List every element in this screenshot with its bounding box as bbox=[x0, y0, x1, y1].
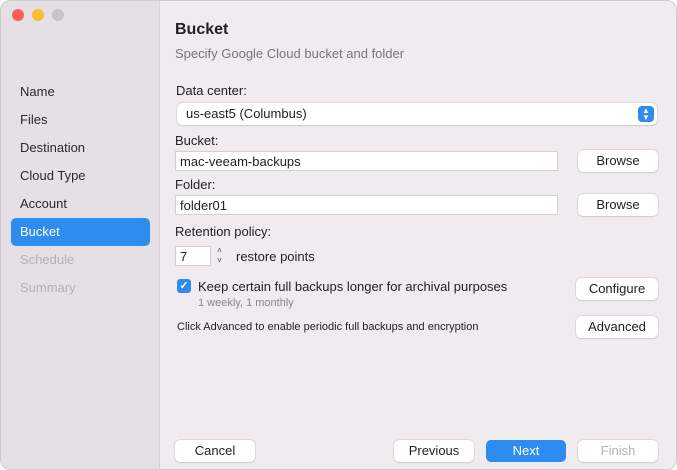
advanced-hint: Click Advanced to enable periodic full b… bbox=[177, 321, 479, 333]
browse-folder-button[interactable]: Browse bbox=[578, 194, 658, 216]
page-subtitle: Specify Google Cloud bucket and folder bbox=[175, 46, 405, 61]
step-destination[interactable]: Destination bbox=[11, 134, 150, 162]
keep-backups-detail: 1 weekly, 1 monthly bbox=[198, 297, 294, 309]
browse-bucket-button[interactable]: Browse bbox=[578, 150, 658, 172]
window-controls bbox=[12, 9, 64, 21]
bucket-input[interactable]: mac-veeam-backups bbox=[175, 151, 558, 171]
retention-unit: restore points bbox=[236, 249, 315, 264]
datacenter-value: us-east5 (Columbus) bbox=[186, 106, 307, 121]
previous-button[interactable]: Previous bbox=[394, 440, 474, 462]
minimize-window-button[interactable] bbox=[32, 9, 44, 21]
sidebar: Name Files Destination Cloud Type Accoun… bbox=[1, 1, 160, 469]
chevron-down-icon[interactable]: ˅ bbox=[217, 256, 222, 265]
step-name[interactable]: Name bbox=[11, 78, 150, 106]
retention-label: Retention policy: bbox=[175, 224, 272, 239]
keep-backups-checkbox[interactable]: ✓ bbox=[177, 279, 191, 293]
step-list: Name Files Destination Cloud Type Accoun… bbox=[11, 78, 150, 302]
datacenter-label: Data center: bbox=[176, 83, 247, 98]
advanced-button[interactable]: Advanced bbox=[576, 316, 658, 338]
retention-input[interactable]: 7 bbox=[175, 246, 211, 266]
checkmark-icon: ✓ bbox=[179, 280, 189, 292]
step-schedule: Schedule bbox=[20, 252, 75, 267]
close-window-button[interactable] bbox=[12, 9, 24, 21]
chevron-updown-icon: ▲ ▼ bbox=[638, 106, 654, 122]
retention-stepper[interactable]: ˄ ˅ bbox=[213, 246, 226, 267]
page-title: Bucket bbox=[175, 21, 229, 38]
datacenter-select[interactable]: us-east5 (Columbus) ▲ ▼ bbox=[177, 103, 657, 125]
step-files[interactable]: Files bbox=[11, 106, 150, 134]
step-account[interactable]: Account bbox=[11, 190, 150, 218]
zoom-window-button[interactable] bbox=[52, 9, 64, 21]
chevron-up-icon[interactable]: ˄ bbox=[217, 246, 222, 255]
main-panel: Bucket Specify Google Cloud bucket and f… bbox=[161, 1, 676, 469]
folder-input[interactable]: folder01 bbox=[175, 195, 558, 215]
folder-label: Folder: bbox=[175, 177, 216, 192]
configure-button[interactable]: Configure bbox=[576, 278, 658, 300]
keep-backups-label[interactable]: Keep certain full backups longer for arc… bbox=[198, 279, 507, 294]
wizard-window: Name Files Destination Cloud Type Accoun… bbox=[0, 0, 677, 470]
step-bucket[interactable]: Bucket bbox=[11, 218, 150, 246]
step-cloud-type[interactable]: Cloud Type bbox=[11, 162, 150, 190]
cancel-button[interactable]: Cancel bbox=[175, 440, 255, 462]
bucket-label: Bucket: bbox=[175, 133, 219, 148]
step-summary: Summary bbox=[20, 280, 76, 295]
finish-button: Finish bbox=[578, 440, 658, 462]
next-button[interactable]: Next bbox=[486, 440, 566, 462]
